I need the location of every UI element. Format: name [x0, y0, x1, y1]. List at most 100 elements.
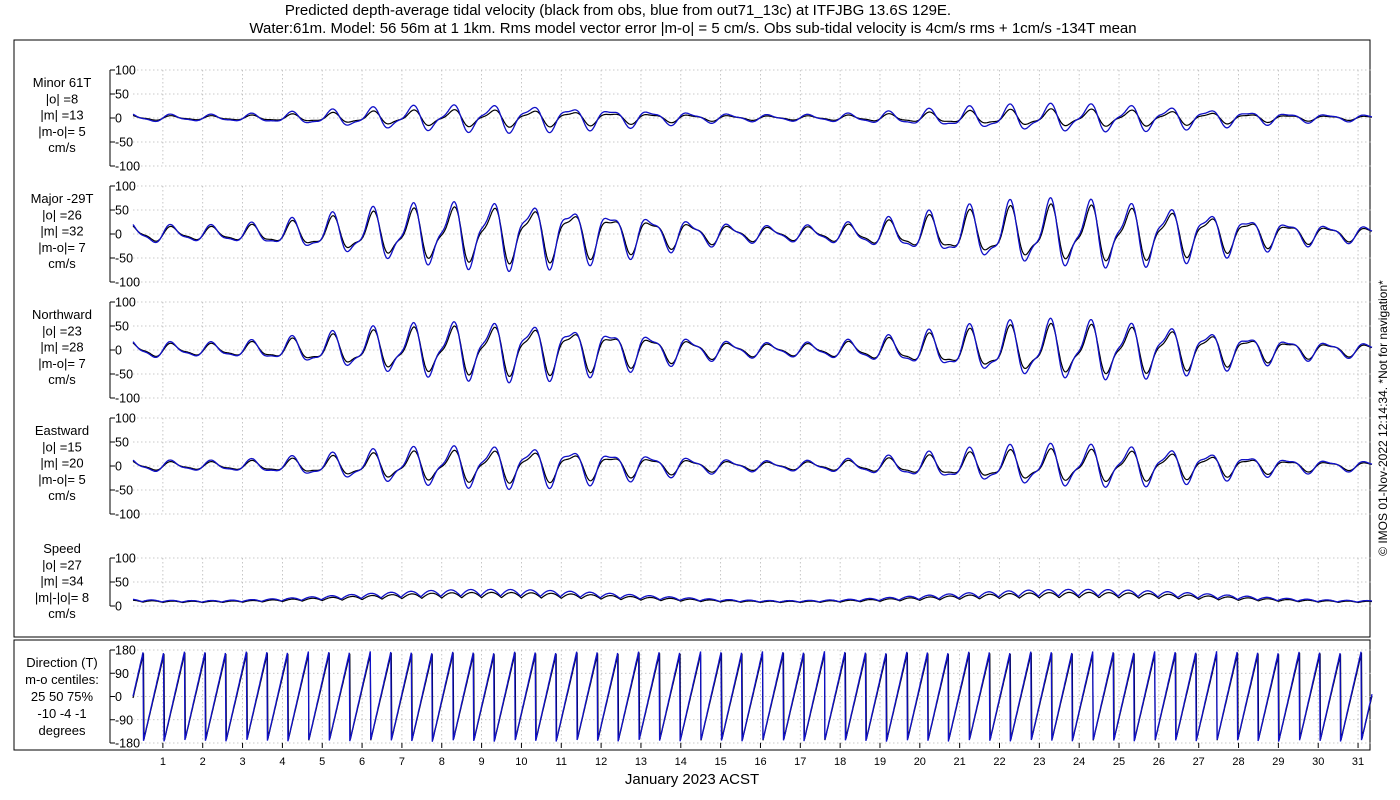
panel-label-line: |m-o|= 7: [38, 240, 86, 255]
panel-label-line: |o| =26: [42, 207, 82, 222]
panel-label-line: Direction (T): [26, 655, 98, 670]
panel-label-line: Eastward: [35, 423, 89, 438]
panel-label-line: |m| =28: [40, 340, 83, 355]
x-tick-label: 22: [993, 756, 1005, 768]
y-tick-label: 50: [115, 320, 129, 334]
panel-label-line: degrees: [39, 723, 86, 738]
y-tick-label: 0: [115, 344, 122, 358]
tidal-velocity-figure: Predicted depth-average tidal velocity (…: [13, 2, 1390, 788]
panel-label-line: |o| =8: [46, 91, 78, 106]
x-tick-label: 24: [1073, 756, 1085, 768]
panel-label-line: |m| =34: [40, 574, 83, 589]
y-tick-label: 50: [115, 436, 129, 450]
y-tick-label: 50: [115, 204, 129, 218]
copyright-credit: © IMOS 01-Nov-2022 12:14:34. *Not for na…: [1376, 280, 1390, 556]
x-axis-label: January 2023 ACST: [625, 771, 759, 788]
x-tick-label: 13: [635, 756, 647, 768]
panel-label-line: cm/s: [48, 488, 76, 503]
x-tick-label: 1: [160, 756, 166, 768]
panel-label-line: Speed: [43, 541, 81, 556]
y-tick-label: 0: [115, 112, 122, 126]
y-tick-label: 0: [115, 600, 122, 614]
panel-label-line: cm/s: [48, 606, 76, 621]
panel-label-line: Northward: [32, 307, 92, 322]
x-tick-label: 23: [1033, 756, 1045, 768]
x-tick-label: 28: [1232, 756, 1244, 768]
panel-label-line: cm/s: [48, 256, 76, 271]
panel-label-line: |m-o|= 5: [38, 124, 86, 139]
panel-speed: 100 50 0 Speed|o| =27 |m| =34|m|-|o|= 8cm/s: [35, 541, 1373, 621]
x-tick-label: 10: [515, 756, 527, 768]
x-tick-label: 20: [914, 756, 926, 768]
y-tick-label: -50: [115, 368, 133, 382]
y-tick-label: 100: [115, 180, 136, 194]
panel-label-line: |m|-|o|= 8: [35, 590, 89, 605]
x-tick-label: 17: [794, 756, 806, 768]
panel-minor: 100 50 0 -50 -100 Minor 61T|o| =8 |m| =13|m-o|…: [33, 64, 1373, 174]
y-tick-label: 100: [115, 412, 136, 426]
x-tick-label: 16: [754, 756, 766, 768]
series-model-northward: [132, 317, 1373, 384]
panel-label-line: m-o centiles:: [25, 672, 99, 687]
series-model-direction: [132, 651, 1373, 742]
y-tick-label: 50: [115, 576, 129, 590]
chart-panels: 100500-50-100Minor 61T|o| =8|m| =13|m-o|…: [13, 39, 1373, 768]
y-tick-label: 0: [115, 228, 122, 242]
x-tick-label: 8: [439, 756, 445, 768]
x-tick-label: 27: [1193, 756, 1205, 768]
panel-label-line: |m| =13: [40, 108, 83, 123]
y-tick-label: 100: [115, 552, 136, 566]
x-tick-label: 21: [954, 756, 966, 768]
x-tick-label: 5: [319, 756, 325, 768]
x-tick-label: 18: [834, 756, 846, 768]
y-tick-label: 0: [115, 690, 122, 704]
y-tick-label: -180: [115, 737, 140, 751]
panel-label-line: |m| =20: [40, 456, 83, 471]
panel-label-line: cm/s: [48, 140, 76, 155]
y-tick-label: 100: [115, 64, 136, 78]
panel-label-line: |o| =23: [42, 323, 82, 338]
series-model-major: [132, 197, 1373, 273]
y-tick-label: 100: [115, 296, 136, 310]
x-tick-label: 29: [1272, 756, 1284, 768]
y-tick-label: -100: [115, 508, 140, 522]
panel-label-line: |m| =32: [40, 224, 83, 239]
panel-label-line: Major -29T: [31, 191, 94, 206]
panel-label-line: 25 50 75%: [31, 689, 94, 704]
y-tick-label: -100: [115, 276, 140, 290]
panel-direction: 180 90 0 -90 -180 Direction (T) m-o centiles: 2…: [25, 644, 1373, 751]
panel-eastward: 100 50 0 -50 -100 Eastward|o| =15 |m| =20|m-o|…: [35, 412, 1373, 522]
chart-title-line-1: Predicted depth-average tidal velocity (…: [285, 2, 951, 19]
chart-title-line-2: Water:61m. Model: 56 56m at 1 1km. Rms m…: [249, 20, 1136, 37]
y-tick-label: -90: [115, 713, 133, 727]
y-tick-label: -100: [115, 160, 140, 174]
x-tick-label: 11: [556, 756, 567, 768]
panel-major: 100 50 0 -50 -100 Major -29T|o| =26 |m| =32|m-…: [31, 180, 1373, 290]
y-tick-label: 50: [115, 88, 129, 102]
x-tick-label: 4: [279, 756, 285, 768]
panel-label-line: |o| =15: [42, 439, 82, 454]
y-tick-label: 180: [115, 644, 136, 658]
y-tick-label: -100: [115, 392, 140, 406]
x-tick-label: 31: [1352, 756, 1364, 768]
x-tick-label: 15: [715, 756, 727, 768]
panel-label-line: -10 -4 -1: [37, 706, 86, 721]
x-tick-label: 2: [200, 756, 206, 768]
x-tick-label: 6: [359, 756, 365, 768]
x-tick-label: 7: [399, 756, 405, 768]
x-tick-label: 3: [239, 756, 245, 768]
panel-label-line: Minor 61T: [33, 75, 92, 90]
panel-label-line: cm/s: [48, 372, 76, 387]
panel-label-line: |m-o|= 7: [38, 356, 86, 371]
x-tick-label: 25: [1113, 756, 1125, 768]
x-tick-label: 30: [1312, 756, 1324, 768]
panel-label-line: |o| =27: [42, 557, 82, 572]
y-tick-label: -50: [115, 136, 133, 150]
x-tick-label: 12: [595, 756, 607, 768]
y-tick-label: -50: [115, 484, 133, 498]
panel-northward: 100 50 0 -50 -100 Northward|o| =23 |m| =28|m-o…: [32, 296, 1373, 406]
panel-label-line: |m-o|= 5: [38, 472, 86, 487]
y-tick-label: -50: [115, 252, 133, 266]
y-tick-label: 90: [115, 667, 129, 681]
x-tick-label: 19: [874, 756, 886, 768]
